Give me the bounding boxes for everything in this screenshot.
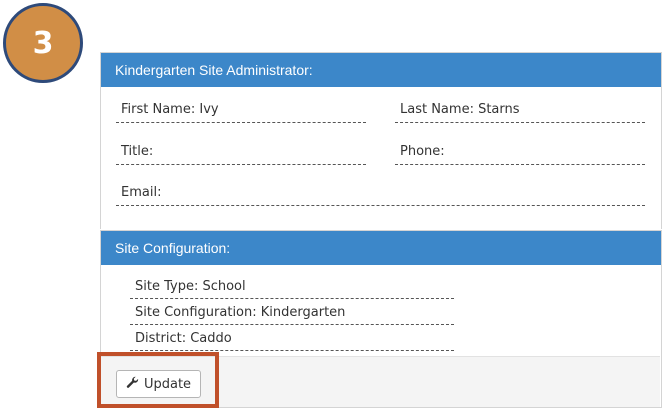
site-type-field: Site Type: School bbox=[135, 279, 246, 294]
district-field: District: Caddo bbox=[135, 331, 232, 346]
site-configuration-header: Site Configuration: bbox=[101, 231, 661, 265]
district-underline bbox=[130, 350, 454, 351]
site-administrator-panel: Kindergarten Site Administrator: bbox=[100, 52, 662, 229]
email-underline bbox=[116, 205, 645, 206]
first-name-underline bbox=[116, 122, 366, 123]
update-highlight-box bbox=[97, 352, 219, 408]
last-name-underline bbox=[395, 122, 645, 123]
first-name-field: First Name: Ivy bbox=[121, 102, 219, 117]
site-type-underline bbox=[130, 298, 454, 299]
phone-field: Phone: bbox=[400, 144, 445, 159]
site-configuration-field: Site Configuration: Kindergarten bbox=[135, 305, 346, 320]
site-configuration-underline bbox=[130, 324, 454, 325]
last-name-field: Last Name: Starns bbox=[400, 102, 520, 117]
phone-underline bbox=[395, 164, 645, 165]
site-administrator-header: Kindergarten Site Administrator: bbox=[101, 53, 661, 87]
step-number-badge: 3 bbox=[3, 3, 83, 83]
title-underline bbox=[116, 164, 366, 165]
title-field: Title: bbox=[121, 144, 154, 159]
email-field: Email: bbox=[121, 185, 162, 200]
